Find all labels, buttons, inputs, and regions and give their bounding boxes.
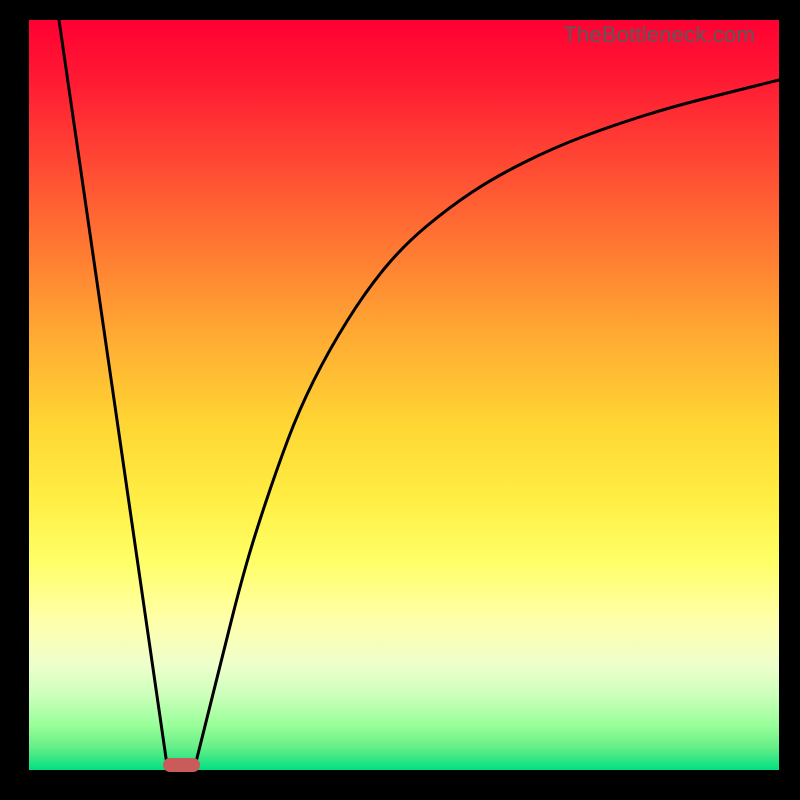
curve-svg xyxy=(29,20,779,770)
chart-container: TheBottleneck.com xyxy=(0,0,800,800)
left-line-path xyxy=(59,20,168,770)
plot-area: TheBottleneck.com xyxy=(29,20,779,770)
bottleneck-marker xyxy=(163,758,201,772)
right-curve-path xyxy=(194,80,779,770)
